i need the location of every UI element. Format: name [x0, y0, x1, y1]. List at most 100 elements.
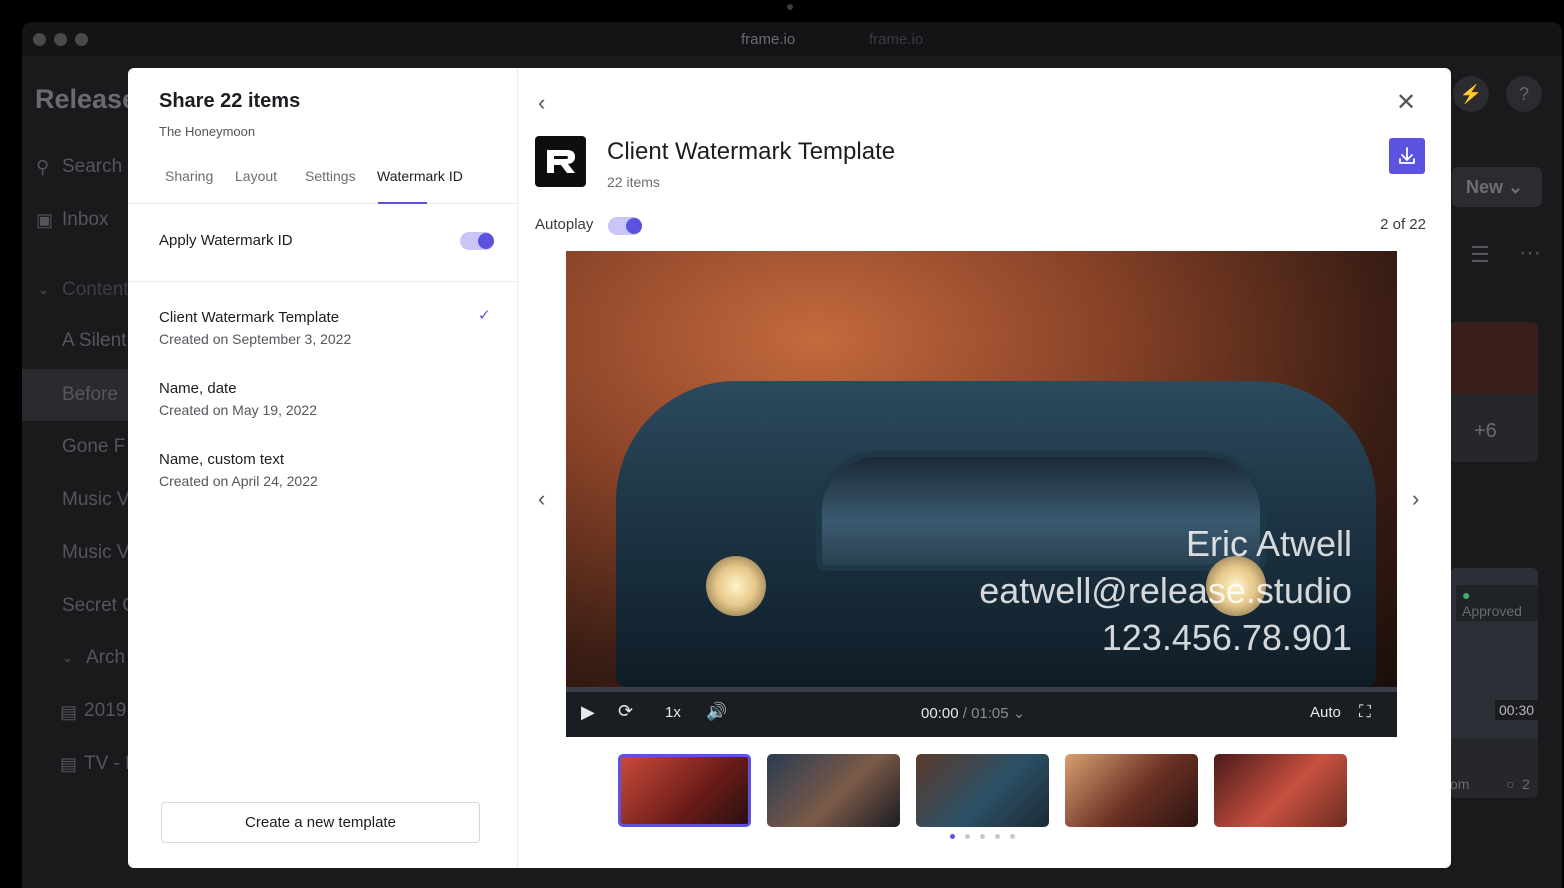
- share-settings-panel: Share 22 items The Honeymoon Sharing Lay…: [128, 68, 518, 868]
- page-dot[interactable]: [980, 834, 985, 839]
- time-display[interactable]: 00:00 / 01:05 ⌄: [921, 704, 1025, 722]
- sidebar-item-project[interactable]: Music V: [62, 542, 130, 564]
- page-dot[interactable]: [965, 834, 970, 839]
- download-button[interactable]: [1389, 138, 1425, 174]
- list-view-icon[interactable]: ☰: [1470, 242, 1490, 268]
- comment-icon: ○: [1506, 776, 1515, 792]
- share-tabs: Sharing Layout Settings Watermark ID: [128, 158, 518, 204]
- next-arrow-icon[interactable]: ›: [1412, 486, 1419, 512]
- template-item-selected[interactable]: Client Watermark Template Created on Sep…: [159, 309, 351, 347]
- comment-count: 2: [1522, 776, 1530, 792]
- tab-sharing[interactable]: Sharing: [165, 168, 213, 198]
- zoom-window-icon[interactable]: [75, 33, 88, 46]
- watermark-email: eatwell@release.studio: [979, 570, 1352, 611]
- autoplay-label: Autoplay: [535, 216, 594, 233]
- chevron-down-icon: ⌄: [62, 650, 73, 665]
- share-title: Share 22 items: [159, 90, 301, 112]
- apply-watermark-toggle[interactable]: [460, 232, 494, 250]
- download-icon: [1399, 147, 1415, 164]
- sidebar-item-project[interactable]: Secret C: [62, 595, 136, 617]
- create-template-button[interactable]: Create a new template: [161, 802, 480, 843]
- thumbnail-1[interactable]: [618, 754, 751, 827]
- item-counter: 2 of 22: [1380, 216, 1426, 233]
- archive-icon: ▤: [60, 754, 78, 774]
- player-controls: ▶ ⟳ 1x 🔊 00:00 / 01:05 ⌄ Auto ⛶: [566, 692, 1397, 737]
- plus-count: +6: [1474, 420, 1497, 442]
- sidebar-item-project[interactable]: Music V: [62, 489, 130, 511]
- fullscreen-icon[interactable]: ⛶: [1359, 702, 1371, 722]
- chevron-down-icon: ⌄: [38, 282, 49, 297]
- sidebar-section-archive[interactable]: Arch: [86, 647, 125, 669]
- template-date: Created on September 3, 2022: [159, 331, 352, 347]
- chevron-down-icon: ⌄: [1008, 705, 1026, 722]
- sidebar-item-archive[interactable]: 2019: [84, 700, 126, 722]
- autoplay-toggle[interactable]: [608, 217, 642, 235]
- current-time: 00:00: [921, 705, 959, 722]
- previous-arrow-icon[interactable]: ‹: [538, 486, 545, 512]
- tab-settings[interactable]: Settings: [305, 168, 356, 198]
- asset-card[interactable]: +6: [1450, 322, 1538, 462]
- template-date: Created on April 24, 2022: [159, 473, 318, 489]
- page-dot[interactable]: [995, 834, 1000, 839]
- template-item[interactable]: Name, custom text Created on April 24, 2…: [159, 451, 318, 489]
- template-name: Name, custom text: [159, 451, 285, 468]
- title-bar: frame.io frame.io: [22, 22, 1562, 56]
- camera-dot: [787, 4, 793, 10]
- sidebar-item-project[interactable]: A Silent: [62, 330, 126, 352]
- quality-selector[interactable]: Auto: [1310, 704, 1341, 721]
- template-name: Name, date: [159, 380, 237, 397]
- sidebar-item-inbox[interactable]: Inbox: [62, 209, 108, 231]
- lightning-icon[interactable]: ⚡: [1453, 76, 1489, 112]
- status-dot-icon: ●: [1462, 587, 1471, 603]
- thumbnail-2[interactable]: [767, 754, 900, 827]
- playback-speed[interactable]: 1x: [665, 704, 681, 721]
- more-options-icon[interactable]: ⋯: [1519, 240, 1541, 266]
- apply-watermark-row: Apply Watermark ID: [128, 218, 518, 282]
- status-badge: ● Approved: [1456, 585, 1538, 621]
- video-frame: Eric Atwell eatwell@release.studio 123.4…: [566, 251, 1397, 687]
- watermark-name: Eric Atwell: [1185, 523, 1352, 564]
- sidebar-item-project-selected[interactable]: Before: [22, 369, 132, 421]
- tab-layout[interactable]: Layout: [235, 168, 277, 198]
- play-icon[interactable]: ▶: [581, 702, 595, 723]
- loop-icon[interactable]: ⟳: [618, 701, 633, 722]
- asset-card[interactable]: ● Approved 00:30 om ○ 2: [1450, 568, 1539, 798]
- template-date: Created on May 19, 2022: [159, 402, 317, 418]
- minimize-window-icon[interactable]: [54, 33, 67, 46]
- back-chevron-icon[interactable]: ‹: [538, 90, 545, 116]
- close-icon[interactable]: ✕: [1396, 88, 1416, 117]
- headlight: [706, 556, 766, 616]
- tab-watermark-id[interactable]: Watermark ID: [377, 168, 463, 198]
- toggle-knob: [626, 218, 642, 234]
- inbox-icon: ▣: [36, 210, 54, 230]
- sidebar-item-search[interactable]: Search: [62, 156, 122, 178]
- checkmark-icon: ✓: [478, 307, 491, 324]
- browser-tab-active[interactable]: frame.io: [741, 31, 795, 48]
- card-thumbnail: [1450, 322, 1538, 394]
- browser-tab-inactive[interactable]: frame.io: [869, 31, 923, 48]
- thumbnail-3[interactable]: [916, 754, 1049, 827]
- help-icon[interactable]: ?: [1506, 76, 1542, 112]
- sidebar-section-content[interactable]: Content: [62, 279, 129, 301]
- share-subtitle: The Honeymoon: [159, 124, 256, 139]
- template-item[interactable]: Name, date Created on May 19, 2022: [159, 380, 317, 418]
- card-meta: om: [1450, 776, 1470, 792]
- total-time: 01:05: [971, 705, 1009, 722]
- page-dot[interactable]: [1010, 834, 1015, 839]
- new-button[interactable]: New ⌄: [1452, 167, 1542, 207]
- apply-watermark-label: Apply Watermark ID: [159, 232, 293, 249]
- template-preview-panel: ‹ ✕ Client Watermark Template 22 items A…: [518, 68, 1451, 868]
- share-modal: Share 22 items The Honeymoon Sharing Lay…: [128, 68, 1451, 868]
- watermark-id: 123.456.78.901: [1101, 617, 1352, 658]
- close-window-icon[interactable]: [33, 33, 46, 46]
- thumbnail-5[interactable]: [1214, 754, 1347, 827]
- sidebar-item-project[interactable]: Gone F: [62, 436, 125, 458]
- brand-logo: [535, 136, 586, 187]
- preview-item-count: 22 items: [607, 174, 660, 190]
- thumbnail-4[interactable]: [1065, 754, 1198, 827]
- page-dot[interactable]: [950, 834, 955, 839]
- volume-icon[interactable]: 🔊: [706, 702, 727, 722]
- video-player[interactable]: Eric Atwell eatwell@release.studio 123.4…: [566, 251, 1397, 737]
- toggle-knob: [478, 233, 494, 249]
- search-icon: ⚲: [36, 157, 50, 177]
